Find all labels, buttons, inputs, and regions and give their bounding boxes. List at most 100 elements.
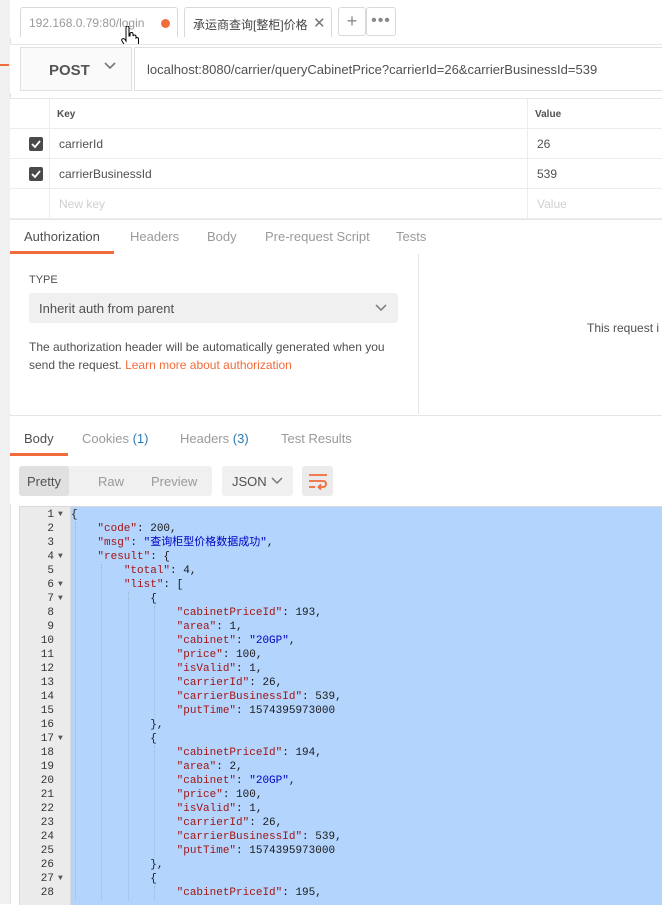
fold-toggle-icon[interactable]: ▼ [58,578,63,592]
fold-toggle-icon[interactable]: ▼ [58,872,63,886]
tab-bar: 192.168.0.79:80/login 承运商查询[整柜]价格 ✕ + ••… [10,0,662,38]
new-value-placeholder: Value [537,197,567,211]
gutter-accent [0,64,9,66]
fold-toggle-icon[interactable]: ▼ [58,508,63,522]
tab-response-headers[interactable]: Headers (3) [180,431,249,446]
json-key: "putTime" [176,845,237,857]
tab-carrier-query-label: 承运商查询[整柜]价格 [193,18,308,32]
param-value: 26 [537,137,551,151]
line-number: 27 [40,873,54,885]
json-key: "cabinet" [176,635,237,647]
code-text: { [71,733,157,745]
param-key-cell[interactable]: carrierBusinessId [49,159,528,188]
param-key-cell[interactable]: carrierId [49,129,528,158]
auth-type-value: Inherit auth from parent [39,301,175,316]
view-preview-button[interactable]: Preview [151,474,197,489]
line-number: 17 [40,733,54,745]
learn-more-link[interactable]: Learn more about authorization [125,358,292,372]
json-value: 200 [150,523,171,535]
line-number: 6 [47,579,54,591]
json-value: 195 [295,887,316,899]
params-check-header [10,99,50,128]
auth-info-text: This request i [587,321,660,335]
url-text: localhost:8080/carrier/queryCabinetPrice… [147,62,598,77]
method-select[interactable]: POST [20,47,132,91]
tab-authorization[interactable]: Authorization [24,229,100,244]
tab-response-body-label: Body [24,431,54,446]
new-key-input[interactable]: New key [49,189,528,218]
json-value: 26 [262,817,276,829]
tab-cookies[interactable]: Cookies (1) [82,431,148,446]
tab-response-body[interactable]: Body [24,431,54,446]
line-number: 8 [47,607,54,619]
code-text: "list": [ [123,579,184,591]
json-key: "carrierBusinessId" [176,691,303,703]
json-key: "price" [176,789,223,801]
new-param-row: New key Value [10,189,662,219]
line-number: 25 [40,845,54,857]
add-tab-button[interactable]: + [338,7,366,36]
auth-type-select[interactable]: Inherit auth from parent [29,293,398,323]
url-input[interactable]: localhost:8080/carrier/queryCabinetPrice… [134,47,662,91]
new-value-input[interactable]: Value [527,189,662,218]
key-header-label: Key [57,109,76,120]
method-label: POST [49,62,90,79]
code-text: "carrierBusinessId": 539, [176,831,342,843]
view-pretty-button[interactable]: Pretty [19,466,69,496]
tab-test-results[interactable]: Test Results [281,431,352,446]
json-value: 100 [236,789,256,801]
code-text: "area": 1, [176,621,243,633]
line-number: 22 [40,803,54,815]
json-value: 193 [295,607,316,619]
json-value: 194 [295,747,316,759]
view-mode-group: Pretty Raw Preview [19,466,212,496]
new-key-placeholder: New key [59,197,106,211]
json-key: "cabinetPriceId" [176,607,283,619]
line-number: 28 [40,887,54,899]
type-label: TYPE [29,274,58,286]
json-value: "查询柜型价格数据成功" [143,537,267,549]
param-checkbox[interactable] [29,167,43,181]
code-text: "carrierId": 26, [176,817,283,829]
close-icon[interactable]: ✕ [313,14,326,32]
more-tabs-button[interactable]: ••• [366,7,396,36]
table-row: carrierBusinessId 539 [10,159,662,189]
tab-pre-request-script[interactable]: Pre-request Script [265,229,370,244]
params-header-row: Key Value [10,99,662,129]
wrap-lines-button[interactable] [302,466,333,496]
json-key: "isValid" [176,663,237,675]
code-text: }, [71,859,164,871]
tab-carrier-query[interactable]: 承运商查询[整柜]价格 ✕ [184,7,332,37]
fold-toggle-icon[interactable]: ▼ [58,550,63,564]
line-number: 23 [40,817,54,829]
tab-response-headers-label: Headers [180,431,230,446]
param-checkbox[interactable] [29,137,43,151]
format-value: JSON [232,474,267,489]
line-number: 3 [47,537,54,549]
param-key: carrierId [59,137,104,151]
tab-tests[interactable]: Tests [396,229,426,244]
json-value: 1 [249,803,256,815]
json-value: 1 [229,621,237,633]
code-text: "cabinet": "20GP", [176,775,296,787]
fold-toggle-icon[interactable]: ▼ [58,592,63,606]
tab-headers[interactable]: Headers [130,229,179,244]
fold-toggle-icon[interactable]: ▼ [58,732,63,746]
json-value: 1574395973000 [249,705,336,717]
json-key: "list" [123,579,164,591]
view-raw-button[interactable]: Raw [98,474,124,489]
line-number: 19 [40,761,54,773]
code-text: { [71,593,157,605]
code-text: { [71,873,157,885]
tab-login[interactable]: 192.168.0.79:80/login [20,7,178,37]
line-number: 24 [40,831,54,843]
param-value-cell[interactable]: 26 [527,129,662,158]
json-key: "cabinet" [176,775,237,787]
format-select[interactable]: JSON [222,466,293,496]
plus-icon: + [346,11,358,31]
param-value-cell[interactable]: 539 [527,159,662,188]
response-body-editor[interactable]: 1 ▼ {2 "code": 200, 3 "msg": "查询柜型价格数据成功", 4… [19,506,662,905]
line-number: 13 [40,677,54,689]
json-key: "cabinetPriceId" [176,747,283,759]
tab-body[interactable]: Body [207,229,237,244]
